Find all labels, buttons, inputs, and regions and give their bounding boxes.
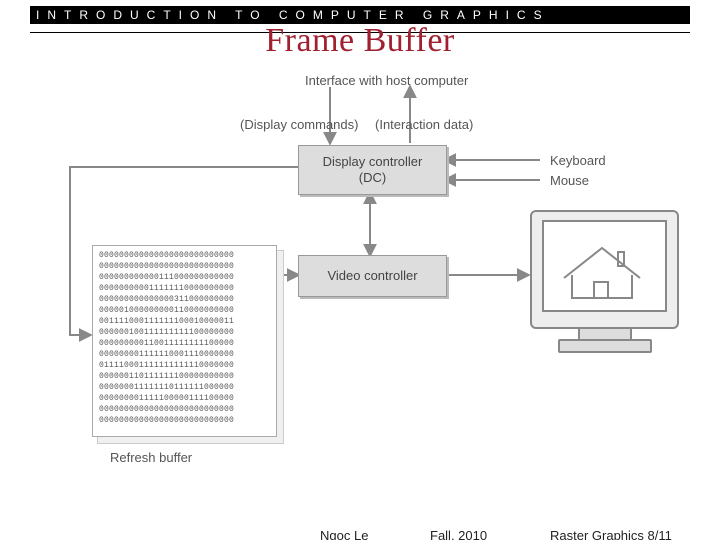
box-vc-label: Video controller [327,268,417,284]
label-refresh-buffer: Refresh buffer [110,450,192,465]
label-mouse: Mouse [550,173,589,188]
footer-author: Ngoc Le [320,528,368,540]
house-icon [542,220,663,308]
footer-term: Fall, 2010 [430,528,487,540]
label-keyboard: Keyboard [550,153,606,168]
label-interface-host: Interface with host computer [305,73,468,88]
box-display-controller: Display controller (DC) [298,145,447,195]
box-dc-line1: Display controller [323,154,423,169]
box-video-controller: Video controller [298,255,447,297]
label-display-commands: (Display commands) [240,117,358,132]
frame-buffer-diagram: Interface with host computer (Display co… [30,75,690,485]
monitor-illustration [530,210,675,355]
footer-page: Raster Graphics 8/11 [550,528,672,540]
label-interaction-data: (Interaction data) [375,117,473,132]
box-dc-line2: (DC) [359,170,386,185]
refresh-buffer-box: 000000000000000000000000000 000000000000… [92,245,277,437]
slide-title: Frame Buffer [0,22,720,60]
